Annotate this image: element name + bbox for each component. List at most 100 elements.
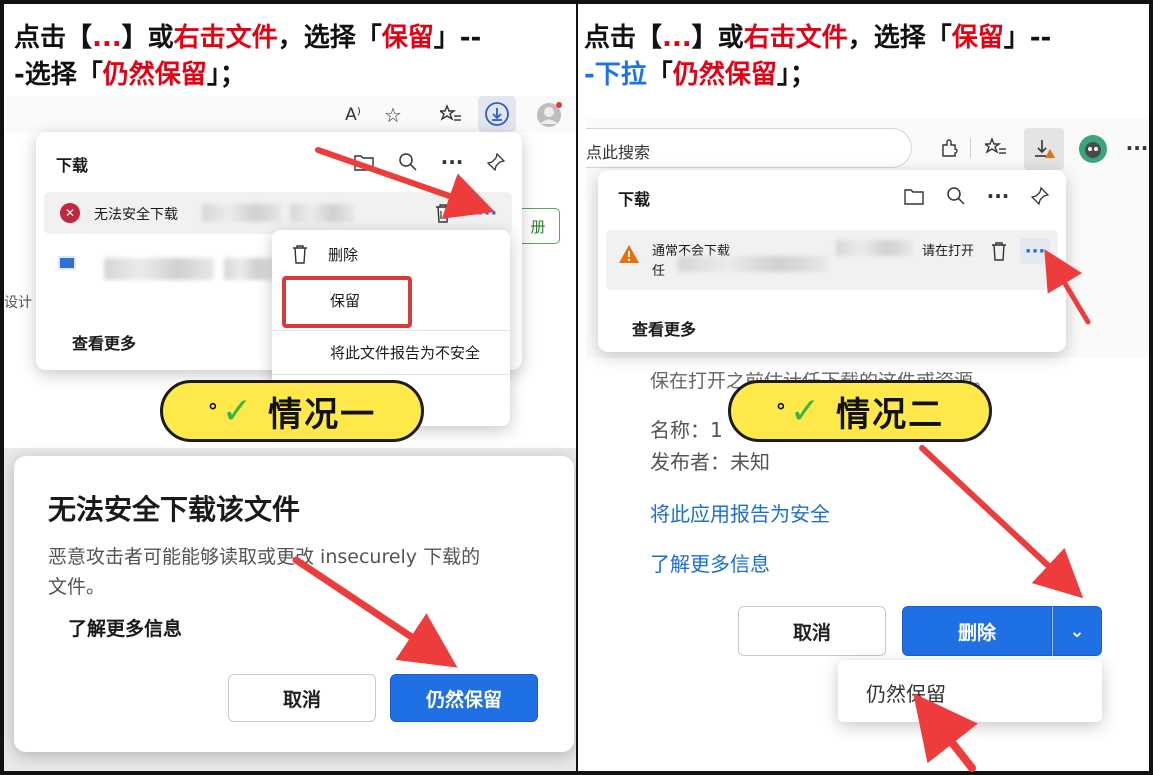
title-text-highlight: 保留 [381,23,434,53]
more-options-icon[interactable]: ··· [1126,134,1149,162]
search-icon[interactable] [942,182,970,210]
profile-avatar-icon[interactable] [534,100,564,130]
search-bar[interactable]: 点此搜索 [586,128,912,168]
title-text: 点击【 [584,23,663,53]
side-text: 设计 [4,295,32,311]
downloads-flyout: 下载 ··· 通常不会下载 任 请在打开 ··· 查看更多 [598,170,1066,352]
more-options-icon[interactable]: ··· [984,182,1012,210]
blurred-filename [836,240,912,256]
more-options-icon[interactable]: ··· [438,148,466,176]
side-button[interactable]: 册 [516,208,560,244]
left-title-line-1: 点击【...】或右击文件，选择「保留」-- [14,20,481,56]
badge-label: 情况一 [268,394,377,435]
right-title-line-1: 点击【...】或右击文件，选择「保留」-- [584,20,1051,56]
title-text: ，选择「 [277,23,382,53]
left-instruction-title: 点击【...】或右击文件，选择「保留」-- -选择「仍然保留」； [4,4,576,96]
download-warning-icon[interactable] [1024,128,1064,170]
downloads-header: 下载 [618,190,651,209]
badge-dot-icon: ° [775,399,788,423]
menu-item-delete[interactable]: 删除 [328,244,358,265]
download-item-note: 请在打开 [922,244,975,259]
cancel-button[interactable]: 取消 [228,674,376,722]
cancel-button[interactable]: 取消 [738,606,886,656]
dropdown-chevron-button[interactable]: ⌄ [1052,606,1102,656]
title-text-highlight: 仍然保留 [102,60,207,90]
blurred-filename [290,204,354,222]
delete-button[interactable]: 删除 [902,606,1052,656]
title-text-highlight: 右击文件 [173,23,278,53]
title-text: -选择「 [14,60,103,90]
download-item-error[interactable]: ✕ 无法安全下载 ··· [44,192,512,234]
case-badge: ° ✓ 情况一 [160,380,424,442]
item-more-button[interactable]: ··· [472,200,502,226]
extensions-icon[interactable] [936,134,964,162]
favorites-list-icon[interactable] [436,100,466,130]
check-icon: ✓ [789,390,823,432]
dialog-title: 无法安全下载该文件 [48,493,301,526]
badge-label: 情况二 [836,394,945,435]
left-panel: 点击【...】或右击文件，选择「保留」-- -选择「仍然保留」； A⁾ ☆ 设计… [4,4,576,771]
title-text: 点击【 [14,23,93,53]
see-more-link[interactable]: 查看更多 [632,316,696,340]
dialog-body: 恶意攻击者可能能够读取或更改 insecurely 下载的 [48,546,481,568]
left-title-line-2: -选择「仍然保留」； [14,57,246,93]
learn-more-link[interactable]: 了解更多信息 [68,614,182,641]
title-text-highlight: 右击文件 [743,23,848,53]
download-item-text: 无法安全下载 [94,207,178,223]
case-badge: ° ✓ 情况二 [728,380,992,442]
profile-avatar-icon[interactable] [1076,132,1110,166]
title-text-highlight: 保留 [951,23,1004,53]
publisher-label: 发布者：未知 [650,450,770,474]
title-text-highlight: ... [662,23,692,53]
check-icon: ✓ [221,390,255,432]
menu-divider [272,330,510,331]
file-icon [58,256,76,270]
search-icon[interactable] [394,148,422,176]
report-safe-link[interactable]: 将此应用报告为安全 [650,498,830,527]
tutorial-image: 点击【...】或右击文件，选择「保留」-- -选择「仍然保留」； A⁾ ☆ 设计… [0,0,1153,775]
name-label: 名称：1 [650,418,723,442]
pin-icon[interactable] [482,148,510,176]
blurred-filename [224,258,274,280]
right-title-line-2: -下拉「仍然保留」； [584,57,816,93]
title-text: 」； [776,60,816,90]
frame-border-right [1149,0,1153,775]
keep-dropdown-menu: 仍然保留 [838,660,1102,722]
delete-icon[interactable] [430,200,456,226]
delete-icon [286,240,314,268]
download-item-text: 任 [652,264,666,279]
favorites-list-icon[interactable] [982,134,1010,162]
badge-dot-icon: ° [207,399,220,423]
menu-item-report[interactable]: 将此文件报告为不安全 [330,342,480,363]
title-text: 」-- [1003,23,1052,53]
item-more-button[interactable]: ··· [1020,238,1050,264]
learn-more-link[interactable]: 了解更多信息 [650,548,770,577]
title-text-highlight: -下拉 [584,60,647,90]
see-more-link[interactable]: 查看更多 [72,330,136,354]
toolbar-divider [970,138,971,158]
warning-icon [618,244,640,268]
open-folder-icon[interactable] [350,148,378,176]
search-placeholder: 点此搜索 [586,143,651,162]
title-text: 」； [206,60,246,90]
blurred-filename [202,204,282,222]
download-icon[interactable] [478,96,516,132]
unsafe-download-dialog: 无法安全下载该文件 恶意攻击者可能能够读取或更改 insecurely 下载的 … [14,456,574,752]
title-text: 】或 [691,23,744,53]
dialog-body: 文件。 [48,576,106,598]
open-folder-icon[interactable] [900,182,928,210]
blurred-filename [104,258,214,280]
favorite-star-icon[interactable]: ☆ [378,100,408,130]
title-text-highlight: 仍然保留 [672,60,777,90]
title-text: 」-- [433,23,482,53]
keep-anyway-button[interactable]: 仍然保留 [390,674,538,722]
menu-item-keep-anyway[interactable]: 仍然保留 [866,678,946,707]
right-panel: 点击【...】或右击文件，选择「保留」-- -下拉「仍然保留」； 点此搜索 ··… [578,4,1149,771]
blurred-filename [678,256,828,272]
download-item-warning[interactable]: 通常不会下载 任 请在打开 ··· [606,230,1058,290]
delete-icon[interactable] [986,238,1012,264]
read-aloud-icon[interactable]: A⁾ [338,100,368,130]
pin-icon[interactable] [1026,182,1054,210]
menu-item-keep[interactable]: 保留 [330,290,360,311]
menu-divider [272,374,510,375]
